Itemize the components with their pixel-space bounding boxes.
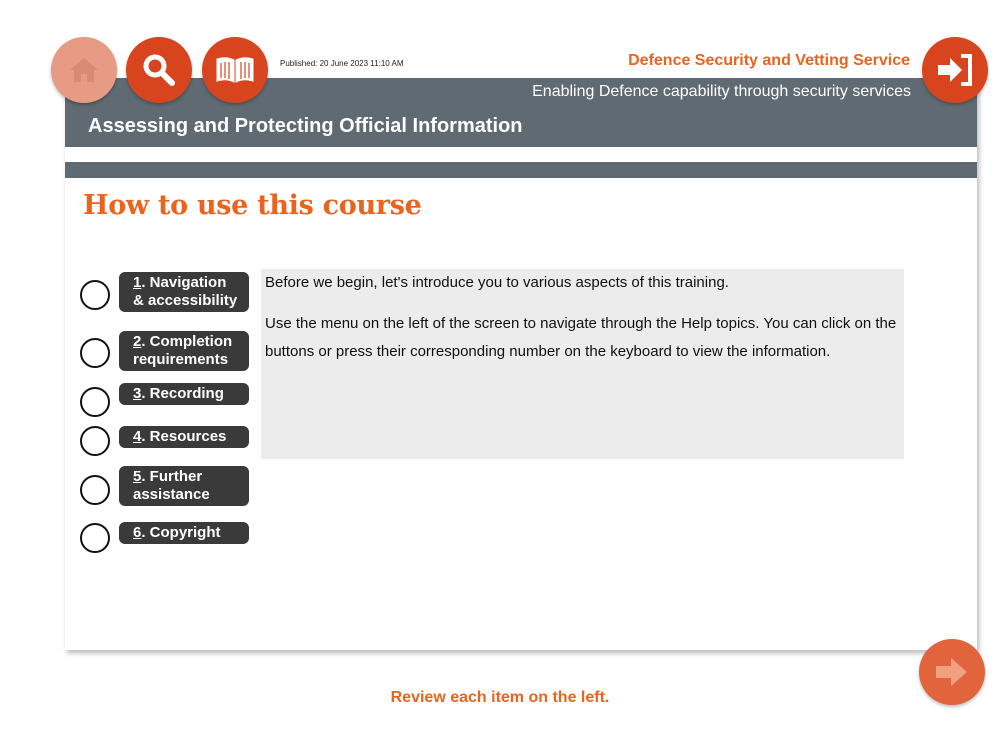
home-button[interactable] (51, 37, 117, 103)
instructions-paragraph: Use the menu on the left of the screen t… (265, 315, 897, 360)
radio-circle[interactable] (80, 280, 110, 310)
instruction-text: Review each item on the left. (390, 689, 610, 706)
menu-button[interactable]: 1. Navigation & accessibility (119, 272, 249, 312)
menu-label-line2: requirements (133, 351, 229, 368)
tagline: Enabling Defence capability through secu… (532, 83, 911, 100)
exit-icon (938, 54, 972, 86)
menu-button[interactable]: 3. Recording (119, 383, 249, 405)
menu-label: . Navigation (141, 274, 227, 291)
org-name: Defence Security and Vetting Service (628, 52, 910, 69)
next-button[interactable] (919, 639, 985, 705)
menu-button[interactable]: 2. Completion requirements (119, 331, 249, 371)
radio-circle[interactable] (80, 338, 110, 368)
radio-circle[interactable] (80, 523, 110, 553)
radio-circle[interactable] (80, 475, 110, 505)
radio-circle[interactable] (80, 426, 110, 456)
intro-paragraph: Before we begin, let's introduce you to … (265, 274, 729, 291)
menu-button[interactable]: 5. Further assistance (119, 466, 249, 506)
header-divider (65, 162, 977, 178)
menu-button[interactable]: 4. Resources (119, 426, 249, 448)
content-panel: Before we begin, let's introduce you to … (261, 269, 904, 459)
home-icon (70, 58, 98, 82)
next-arrow-icon (936, 658, 967, 686)
menu-label-line2: assistance (133, 486, 210, 503)
menu-label: . Completion (141, 333, 233, 350)
radio-circle[interactable] (80, 387, 110, 417)
book-icon (216, 57, 254, 83)
menu-label: . Copyright (141, 524, 221, 541)
menu-label: . Further (141, 468, 203, 485)
glossary-button[interactable] (202, 37, 268, 103)
course-title: Assessing and Protecting Official Inform… (88, 115, 523, 137)
search-button[interactable] (126, 37, 192, 103)
exit-button[interactable] (922, 37, 988, 103)
menu-label: . Recording (141, 385, 224, 402)
published-date: Published: 20 June 2023 11:10 AM (280, 59, 404, 68)
page-title: How to use this course (83, 190, 422, 221)
search-icon (143, 54, 175, 86)
menu-label-line2: & accessibility (133, 292, 238, 309)
menu-label: . Resources (141, 428, 227, 445)
menu-button[interactable]: 6. Copyright (119, 522, 249, 544)
